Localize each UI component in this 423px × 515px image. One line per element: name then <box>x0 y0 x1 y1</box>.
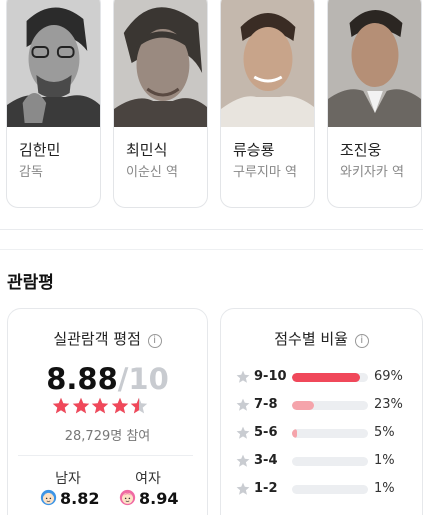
distribution-bar-fill <box>292 429 297 438</box>
distribution-percent: 1% <box>374 453 395 468</box>
distribution-row: 9-10 69% <box>236 369 416 389</box>
cast-name: 류승룡 <box>233 141 275 159</box>
info-icon[interactable]: i <box>147 334 162 348</box>
score-max: 10 <box>128 362 169 396</box>
cast-row: 김한민 감독 최민식 이순신 역 류승룡 구루지마 역 조진웅 와키자카 역 <box>6 0 423 208</box>
distribution-bar-fill <box>292 373 360 382</box>
participant-count: 28,729명 참여 <box>64 429 151 444</box>
score-slash: / <box>117 362 129 396</box>
star-icon <box>111 397 128 414</box>
distribution-row: 1-2 1% <box>236 481 416 501</box>
cast-card-choi-min-sik[interactable]: 최민식 이순신 역 <box>113 0 208 208</box>
distribution-bar-track <box>292 373 368 382</box>
cast-photo <box>328 0 421 127</box>
star-icon <box>236 398 250 411</box>
score-range-label: 7-8 <box>254 397 278 412</box>
distribution-bar-track <box>292 401 368 410</box>
star-icon <box>52 397 70 414</box>
distribution-row: 5-6 5% <box>236 425 416 445</box>
cast-name: 조진웅 <box>340 141 382 159</box>
gender-divider <box>18 455 193 456</box>
male-label: 남자 <box>55 471 81 487</box>
distribution-bar-track <box>292 457 368 466</box>
cast-role: 이순신 역 <box>126 165 178 180</box>
audience-rating-title: 실관람객 평점 <box>53 330 141 348</box>
cast-role: 감독 <box>19 165 43 180</box>
info-icon[interactable]: i <box>354 334 369 348</box>
female-face-icon <box>119 489 136 506</box>
audience-rating-heading: 실관람객 평점 i <box>7 328 208 349</box>
star-icon <box>91 397 109 414</box>
section-divider <box>0 249 423 250</box>
star-icon <box>236 482 250 495</box>
star-icon <box>236 426 250 439</box>
score-range-label: 5-6 <box>254 425 278 440</box>
cast-card-ryu-seung-ryong[interactable]: 류승룡 구루지마 역 <box>220 0 315 208</box>
star-icon <box>72 397 89 414</box>
reviews-title: 관람평 <box>7 273 54 293</box>
female-score: 8.94 <box>139 489 179 508</box>
cast-photo <box>7 0 100 127</box>
male-score: 8.82 <box>60 489 100 508</box>
cast-name: 김한민 <box>19 141 61 159</box>
distribution-bar-fill <box>292 401 314 410</box>
star-icon <box>236 370 250 383</box>
cast-photo <box>221 0 314 127</box>
cast-role: 와키자카 역 <box>340 165 404 180</box>
star-icon <box>236 454 250 467</box>
cast-card-director[interactable]: 김한민 감독 <box>6 0 101 208</box>
cast-photo <box>114 0 207 127</box>
score-range-label: 9-10 <box>254 369 287 384</box>
section-divider <box>0 229 423 230</box>
distribution-heading: 점수별 비율 i <box>220 328 423 349</box>
male-face-icon <box>40 489 57 506</box>
female-label: 여자 <box>135 471 161 487</box>
score-range-label: 1-2 <box>254 481 278 496</box>
average-score: 8.88/10 <box>7 362 208 396</box>
distribution-percent: 1% <box>374 481 395 496</box>
distribution-row: 3-4 1% <box>236 453 416 473</box>
distribution-percent: 5% <box>374 425 395 440</box>
cast-name: 최민식 <box>126 141 168 159</box>
score-range-label: 3-4 <box>254 453 278 468</box>
star-icon <box>130 397 148 414</box>
distribution-percent: 69% <box>374 369 403 384</box>
distribution-bar-track <box>292 429 368 438</box>
distribution-bar-track <box>292 485 368 494</box>
cast-role: 구루지마 역 <box>233 165 297 180</box>
distribution-title: 점수별 비율 <box>274 330 348 348</box>
cast-card-cho-jin-woong[interactable]: 조진웅 와키자카 역 <box>327 0 422 208</box>
score-value: 8.88 <box>46 362 118 396</box>
distribution-row: 7-8 23% <box>236 397 416 417</box>
distribution-percent: 23% <box>374 397 403 412</box>
